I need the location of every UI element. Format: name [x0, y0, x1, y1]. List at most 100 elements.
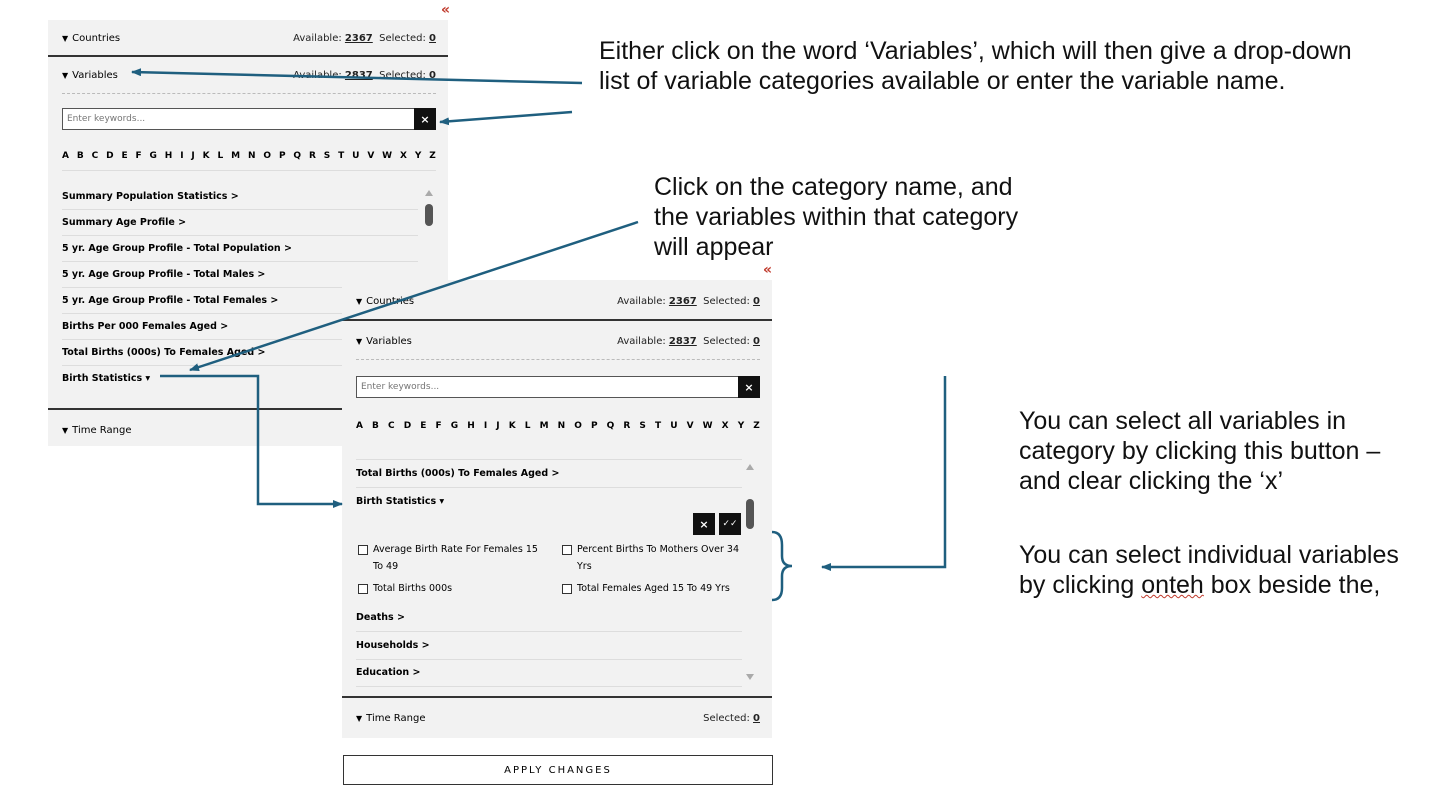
category-item[interactable]: 5 yr. Age Group Profile - Total Males >	[62, 269, 265, 280]
checkbox[interactable]	[358, 584, 368, 594]
variables-label[interactable]: Variables	[72, 70, 118, 81]
letter-filter-o[interactable]: O	[263, 151, 271, 161]
countries-available[interactable]: 2367	[345, 33, 373, 44]
letter-filter-m[interactable]: M	[540, 421, 549, 431]
variables-available[interactable]: 2837	[345, 70, 373, 81]
category-item[interactable]: Births Per 000 Females Aged >	[62, 321, 228, 332]
category-item[interactable]: 5 yr. Age Group Profile - Total Females …	[62, 295, 278, 306]
variable-checkbox-item[interactable]: Total Births 000s	[358, 580, 548, 597]
category-total-births[interactable]: Total Births (000s) To Females Aged >	[356, 468, 559, 479]
letter-filter-h[interactable]: H	[467, 421, 475, 431]
letter-filter-a[interactable]: A	[62, 151, 69, 161]
letter-filter-j[interactable]: J	[191, 151, 194, 161]
letter-filter-z[interactable]: Z	[753, 421, 760, 431]
scroll-up-icon[interactable]	[425, 190, 433, 196]
category-birth-statistics[interactable]: Birth Statistics ▾	[356, 496, 444, 507]
letter-filter-s[interactable]: S	[639, 421, 645, 431]
letter-filter-e[interactable]: E	[420, 421, 426, 431]
collapse-icon[interactable]: «	[763, 262, 772, 278]
checkbox[interactable]	[562, 584, 572, 594]
letter-filter-t[interactable]: T	[655, 421, 661, 431]
letter-filter-d[interactable]: D	[404, 421, 411, 431]
collapse-icon[interactable]: «	[441, 2, 450, 18]
search-input[interactable]	[63, 109, 386, 129]
letter-filter-p[interactable]: P	[591, 421, 598, 431]
variables-row[interactable]: ▼ Variables Available: 2837 Selected: 0	[62, 65, 436, 85]
letter-filter-x[interactable]: X	[400, 151, 407, 161]
search-input[interactable]	[357, 377, 705, 397]
scrollbar-thumb[interactable]	[746, 499, 754, 529]
letter-filter-f[interactable]: F	[135, 151, 141, 161]
checkbox[interactable]	[562, 545, 572, 555]
letter-filter-p[interactable]: P	[279, 151, 286, 161]
letter-filter-k[interactable]: K	[509, 421, 516, 431]
letter-filter-h[interactable]: H	[165, 151, 173, 161]
variable-checkbox-item[interactable]: Total Females Aged 15 To 49 Yrs	[562, 580, 752, 597]
letter-filter-b[interactable]: B	[77, 151, 84, 161]
scrollbar-thumb[interactable]	[425, 204, 433, 226]
variables-available[interactable]: 2837	[669, 336, 697, 347]
time-range-row[interactable]: ▼ Time Range Selected: 0	[356, 708, 760, 728]
letter-filter-c[interactable]: C	[92, 151, 99, 161]
scroll-down-icon[interactable]	[746, 674, 754, 680]
letter-filter-v[interactable]: V	[367, 151, 374, 161]
letter-filter-x[interactable]: X	[722, 421, 729, 431]
category-item[interactable]: Birth Statistics ▾	[62, 373, 150, 384]
letter-filter-c[interactable]: C	[388, 421, 395, 431]
letter-filter-k[interactable]: K	[203, 151, 210, 161]
letter-filter-w[interactable]: W	[382, 151, 392, 161]
category-education[interactable]: Education >	[356, 667, 420, 678]
countries-row[interactable]: ▼ Countries Available: 2367 Selected: 0	[62, 28, 436, 48]
category-deaths[interactable]: Deaths >	[356, 612, 405, 623]
countries-selected[interactable]: 0	[753, 296, 760, 307]
letter-filter-m[interactable]: M	[231, 151, 240, 161]
letter-filter-a[interactable]: A	[356, 421, 363, 431]
apply-changes-button[interactable]: APPLY CHANGES	[343, 755, 773, 785]
letter-filter-b[interactable]: B	[372, 421, 379, 431]
letter-filter-o[interactable]: O	[574, 421, 582, 431]
category-households[interactable]: Households >	[356, 640, 430, 651]
letter-filter-u[interactable]: U	[352, 151, 359, 161]
letter-filter-t[interactable]: T	[338, 151, 344, 161]
category-item[interactable]: Summary Age Profile >	[62, 217, 186, 228]
letter-filter-r[interactable]: R	[309, 151, 316, 161]
variables-row[interactable]: ▼ Variables Available: 2837 Selected: 0	[356, 331, 760, 351]
letter-filter-l[interactable]: L	[218, 151, 224, 161]
category-item[interactable]: Total Births (000s) To Females Aged >	[62, 347, 265, 358]
letter-filter-f[interactable]: F	[435, 421, 441, 431]
variables-label[interactable]: Variables	[366, 336, 412, 347]
countries-selected[interactable]: 0	[429, 33, 436, 44]
category-item[interactable]: Summary Population Statistics >	[62, 191, 239, 202]
variables-selected[interactable]: 0	[753, 336, 760, 347]
countries-available[interactable]: 2367	[669, 296, 697, 307]
letter-filter-r[interactable]: R	[623, 421, 630, 431]
countries-row[interactable]: ▼ Countries Available: 2367 Selected: 0	[356, 291, 760, 311]
time-range-selected[interactable]: 0	[753, 713, 760, 724]
clear-all-button[interactable]: ×	[693, 513, 715, 535]
letter-filter-q[interactable]: Q	[293, 151, 301, 161]
letter-filter-u[interactable]: U	[670, 421, 677, 431]
letter-filter-e[interactable]: E	[121, 151, 127, 161]
clear-search-button[interactable]: ×	[414, 108, 436, 130]
letter-filter-s[interactable]: S	[324, 151, 330, 161]
variable-checkbox-item[interactable]: Average Birth Rate For Females 15 To 49	[358, 541, 548, 575]
letter-filter-j[interactable]: J	[496, 421, 499, 431]
letter-filter-n[interactable]: N	[558, 421, 566, 431]
letter-filter-v[interactable]: V	[687, 421, 694, 431]
letter-filter-g[interactable]: G	[451, 421, 458, 431]
letter-filter-i[interactable]: I	[484, 421, 487, 431]
letter-filter-y[interactable]: Y	[415, 151, 422, 161]
variable-checkbox-item[interactable]: Percent Births To Mothers Over 34 Yrs	[562, 541, 752, 575]
checkbox[interactable]	[358, 545, 368, 555]
letter-filter-q[interactable]: Q	[607, 421, 615, 431]
letter-filter-l[interactable]: L	[525, 421, 531, 431]
clear-search-button[interactable]: ×	[738, 376, 760, 398]
scroll-up-icon[interactable]	[746, 464, 754, 470]
letter-filter-z[interactable]: Z	[429, 151, 436, 161]
letter-filter-y[interactable]: Y	[738, 421, 745, 431]
select-all-button[interactable]: ✓✓	[719, 513, 741, 535]
letter-filter-n[interactable]: N	[248, 151, 256, 161]
letter-filter-i[interactable]: I	[180, 151, 183, 161]
category-item[interactable]: 5 yr. Age Group Profile - Total Populati…	[62, 243, 292, 254]
letter-filter-w[interactable]: W	[703, 421, 713, 431]
